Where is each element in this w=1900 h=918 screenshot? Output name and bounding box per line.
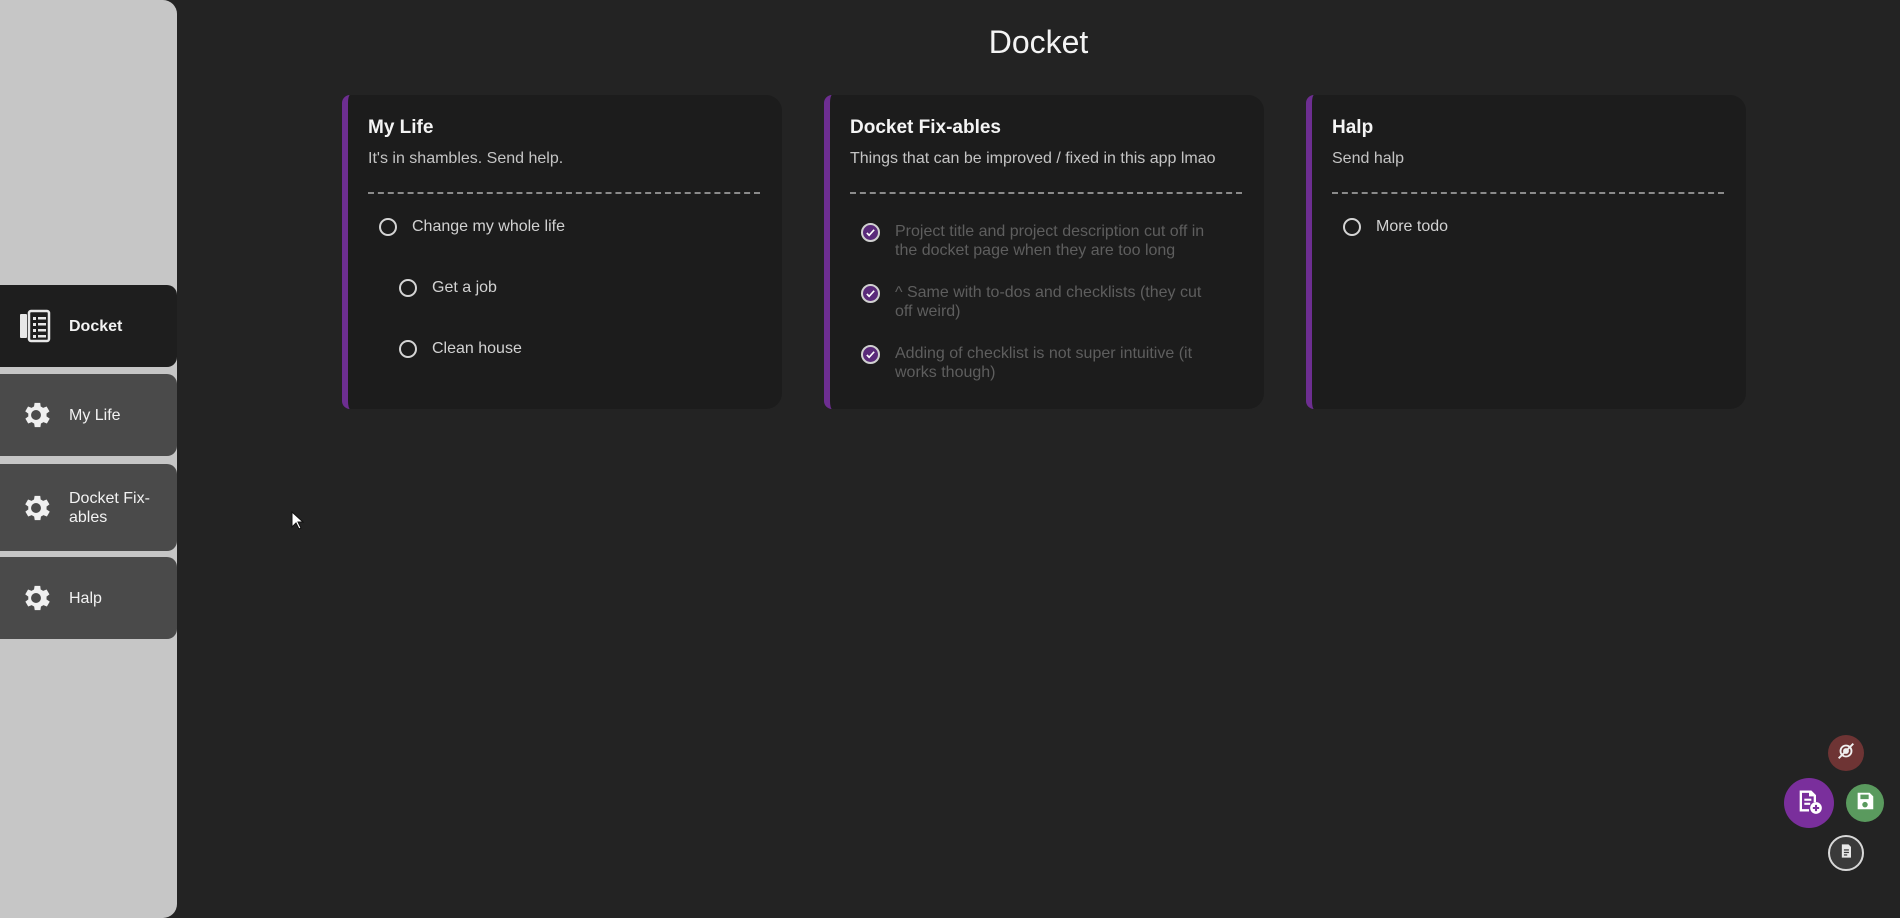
unchecked-circle-icon[interactable] [379,218,397,236]
unchecked-circle-icon[interactable] [399,340,417,358]
sidebar-item-docket[interactable]: Docket [0,285,177,367]
save-button[interactable] [1846,784,1884,822]
todo-text: Change my whole life [412,218,565,235]
add-project-icon [1795,787,1823,820]
project-card-my-life[interactable]: My Life It's in shambles. Send help. Cha… [342,95,782,409]
todo-text: Project title and project description cu… [895,223,1205,259]
todo-text: More todo [1376,218,1449,235]
save-icon [1854,790,1876,817]
sidebar-item-label: My Life [69,406,121,424]
checked-circle-icon[interactable] [861,284,880,303]
project-card-docket-fix-ables[interactable]: Docket Fix-ables Things that can be impr… [824,95,1264,409]
sync-icon [1836,841,1856,866]
todo-item[interactable]: Change my whole life [379,218,762,236]
page-title: Docket [988,24,1089,60]
todo-text: Clean house [432,340,522,357]
todo-item[interactable]: Adding of checklist is not super intuiti… [861,344,1221,382]
todo-list: Project title and project description cu… [850,222,1244,382]
mouse-cursor-icon [291,510,305,536]
sidebar-item-label: Docket Fix-ables [69,489,150,526]
project-description: It's in shambles. Send help. [368,150,564,167]
sidebar-item-docket-fix-ables[interactable]: Docket Fix-ables [0,464,177,551]
todo-item[interactable]: More todo [1343,218,1726,236]
disable-settings-button[interactable] [1828,735,1864,771]
divider [850,192,1242,194]
todo-text: ^ Same with to-dos and checklists (they … [895,284,1202,320]
divider [368,192,760,194]
sidebar-item-my-life[interactable]: My Life [0,374,177,456]
sidebar-item-halp[interactable]: Halp [0,557,177,639]
project-title: Docket Fix-ables [850,117,1001,138]
project-description: Send halp [1332,150,1405,167]
checked-circle-icon[interactable] [861,345,880,364]
add-project-button[interactable] [1784,778,1834,828]
project-title: Halp [1332,117,1374,138]
sidebar-item-label: Docket [69,317,123,335]
todo-item[interactable]: ^ Same with to-dos and checklists (they … [861,283,1221,321]
divider [1332,192,1724,194]
todo-text: Adding of checklist is not super intuiti… [895,345,1193,381]
project-description: Things that can be improved / fixed in t… [850,150,1216,167]
todo-text: Get a job [432,279,497,296]
settings-off-icon [1835,740,1857,767]
gear-icon [18,397,54,433]
todo-list: More todo [1332,218,1726,236]
checked-circle-icon[interactable] [861,223,880,242]
todo-item[interactable]: Get a job [399,279,762,297]
sidebar: Docket My Life Docket Fix-ables Halp [0,0,177,918]
todo-item[interactable]: Clean house [399,340,762,358]
unchecked-circle-icon[interactable] [1343,218,1361,236]
todo-item[interactable]: Project title and project description cu… [861,222,1221,260]
project-title: My Life [368,117,434,138]
sync-button[interactable] [1828,835,1864,871]
project-card-halp[interactable]: Halp Send halp More todo [1306,95,1746,409]
gear-icon [18,580,54,616]
todo-list: Change my whole life Get a job Clean hou… [368,218,762,358]
sidebar-item-label: Halp [69,589,102,607]
gear-icon [18,490,54,526]
unchecked-circle-icon[interactable] [399,279,417,297]
docket-icon [18,308,54,344]
